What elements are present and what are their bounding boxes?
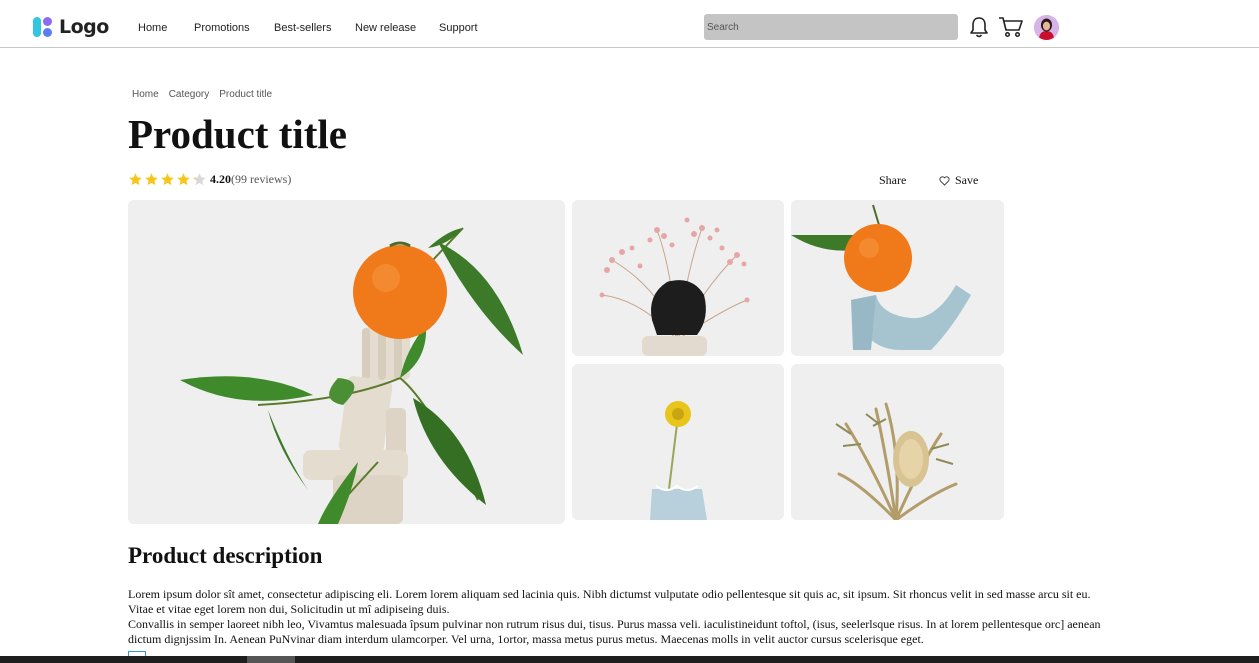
star-icon xyxy=(161,173,174,186)
rating-stars xyxy=(128,172,208,187)
star-icon xyxy=(145,173,158,186)
page-title: Product title xyxy=(128,111,347,157)
breadcrumb-home[interactable]: Home xyxy=(132,89,159,100)
breadcrumb-category[interactable]: Category xyxy=(169,89,210,100)
reviews-count[interactable]: (99 reviews) xyxy=(231,172,291,187)
save-button[interactable]: Save xyxy=(939,173,978,188)
star-icon xyxy=(193,173,206,186)
nav-new-release[interactable]: New release xyxy=(355,22,416,34)
product-rating: 4.20 (99 reviews) xyxy=(128,172,291,187)
notification-bell-icon[interactable] xyxy=(966,13,992,41)
main-product-image[interactable] xyxy=(128,200,565,524)
nav-promotions[interactable]: Promotions xyxy=(194,22,250,34)
bottom-strip-tab xyxy=(247,656,295,663)
thumbnail-image-4[interactable] xyxy=(791,364,1004,520)
share-button[interactable]: Share xyxy=(879,173,906,188)
description-paragraph-1: Lorem ipsum dolor sît amet, consectetur … xyxy=(128,587,1091,616)
logo-mark-icon xyxy=(33,15,53,39)
nav-home[interactable]: Home xyxy=(138,22,167,34)
top-navigation-bar: Logo Home Promotions Best-sellers New re… xyxy=(0,0,1259,48)
save-label: Save xyxy=(955,173,979,187)
description-paragraph-2: Convallis in semper laoreet nibh leo, Vi… xyxy=(128,617,1101,646)
breadcrumb: Home Category Product title xyxy=(132,89,282,100)
user-avatar[interactable] xyxy=(1034,15,1059,40)
description-text: Lorem ipsum dolor sît amet, consectetur … xyxy=(128,587,1108,647)
nav-best-sellers[interactable]: Best-sellers xyxy=(274,22,331,34)
star-icon xyxy=(129,173,142,186)
logo[interactable]: Logo xyxy=(33,15,109,39)
heart-icon xyxy=(939,175,950,186)
description-heading: Product description xyxy=(128,543,323,568)
breadcrumb-current[interactable]: Product title xyxy=(219,89,272,100)
logo-text: Logo xyxy=(59,16,109,38)
bottom-dark-strip xyxy=(0,656,1259,663)
shopping-cart-icon[interactable] xyxy=(998,13,1024,41)
rating-score: 4.20 xyxy=(210,172,231,186)
thumbnail-image-2[interactable] xyxy=(791,200,1004,356)
search-input[interactable] xyxy=(704,14,958,40)
thumbnail-image-1[interactable] xyxy=(572,200,784,356)
thumbnail-image-3[interactable] xyxy=(572,364,784,520)
star-icon xyxy=(177,173,190,186)
nav-support[interactable]: Support xyxy=(439,22,478,34)
